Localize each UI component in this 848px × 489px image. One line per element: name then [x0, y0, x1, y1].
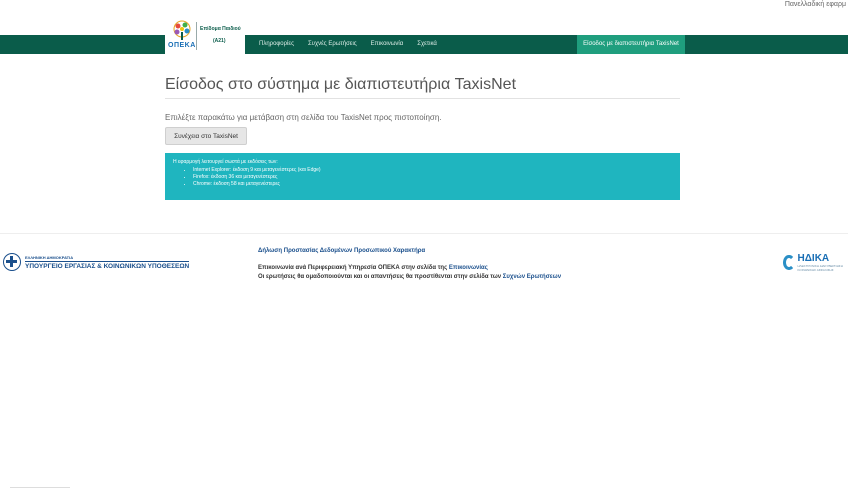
browser-info-alert: Η εφαρμογή λειτουργεί σωστά με εκδόσεις …: [165, 153, 680, 200]
opeka-tree-icon: [173, 20, 191, 40]
ministry-logo[interactable]: ΕΛΛΗΝΙΚΗ ΔΗΜΟΚΡΑΤΙΑ ΥΠΟΥΡΓΕΙΟ ΕΡΓΑΣΙΑΣ &…: [3, 251, 190, 273]
idika-logo[interactable]: ΗΔΙΚΑ ΗΛΕΚΤΡΟΝΙΚΗ ΔΙΑΚΥΒΕΡΝΗΣΗ ΚΟΙΝΩΝΙΚΗ…: [783, 253, 848, 272]
browser-list: Internet Explorer: έκδοση 9 και μεταγενέ…: [173, 167, 672, 188]
footer-faq-line: Οι ερωτήσεις θα ομαδοποιούνται και οι απ…: [258, 273, 561, 282]
idika-name: ΗΔΙΚΑ: [797, 253, 830, 264]
nav-contact[interactable]: Επικοινωνία: [364, 35, 411, 54]
privacy-link[interactable]: Δήλωση Προστασίας Δεδομένων Προσωπικού Χ…: [258, 248, 561, 254]
footer-links: Δήλωση Προστασίας Δεδομένων Προσωπικού Χ…: [258, 248, 561, 282]
ministry-republic: ΕΛΛΗΝΙΚΗ ΔΗΜΟΚΡΑΤΙΑ: [25, 254, 74, 260]
logo-code: (Α21): [213, 38, 226, 44]
logo-subtitle: Επίδομα Παιδιού: [200, 26, 241, 32]
nav-about[interactable]: Σχετικά: [410, 35, 444, 54]
info-intro: Η εφαρμογή λειτουργεί σωστά με εκδόσεις …: [173, 159, 278, 165]
instructions-text: Επιλέξτε παρακάτω για μετάβαση στη σελίδ…: [165, 113, 442, 122]
list-item: Chrome: έκδοση 58 και μεταγενέστερες: [193, 181, 672, 188]
opeka-logo[interactable]: ΟΠΕΚΑ Επίδομα Παιδιού (Α21): [165, 18, 245, 54]
greek-emblem-icon: [3, 253, 21, 271]
footer-divider: [0, 233, 848, 234]
list-item: Internet Explorer: έκδοση 9 και μεταγενέ…: [193, 167, 672, 174]
footer-contact-text: Επικοινωνία ανά Περιφερειακή Υπηρεσία ΟΠ…: [258, 265, 449, 271]
nav-info[interactable]: Πληροφορίες: [252, 35, 301, 54]
nav-faq[interactable]: Συχνές Ερωτήσεις: [301, 35, 364, 54]
idika-text: ΗΔΙΚΑ ΗΛΕΚΤΡΟΝΙΚΗ ΔΙΑΚΥΒΕΡΝΗΣΗ ΚΟΙΝΩΝΙΚΗ…: [798, 253, 848, 272]
continue-taxisnet-button[interactable]: Συνέχεια στο TaxisNet: [165, 127, 247, 145]
footer-faq-text: Οι ερωτήσεις θα ομαδοποιούνται και οι απ…: [258, 274, 503, 280]
nav-taxisnet-login[interactable]: Είσοδος με διαπιστευτήρια TaxisNet: [577, 35, 685, 54]
title-divider: [165, 98, 680, 99]
main-nav: Πληροφορίες Συχνές Ερωτήσεις Επικοινωνία…: [252, 35, 444, 54]
top-right-link[interactable]: Πανελλαδική εφαρμ: [785, 1, 846, 8]
bottom-edge-line: [10, 487, 70, 488]
page-title: Είσοδος στο σύστημα με διαπιστευτήρια Ta…: [165, 76, 517, 93]
logo-divider: [196, 22, 197, 50]
faq-link[interactable]: Συχνών Ερωτήσεων: [503, 274, 561, 280]
ministry-text: ΕΛΛΗΝΙΚΗ ΔΗΜΟΚΡΑΤΙΑ ΥΠΟΥΡΓΕΙΟ ΕΡΓΑΣΙΑΣ &…: [25, 254, 190, 270]
footer-contact-line: Επικοινωνία ανά Περιφερειακή Υπηρεσία ΟΠ…: [258, 264, 561, 273]
list-item: Firefox: έκδοση 36 και μεταγενέστερες: [193, 174, 672, 181]
idika-subtitle: ΗΛΕΚΤΡΟΝΙΚΗ ΔΙΑΚΥΒΕΡΝΗΣΗ ΚΟΙΝΩΝΙΚΗΣ ΑΣΦΑ…: [797, 264, 843, 272]
logo-text: ΟΠΕΚΑ: [168, 42, 196, 49]
contact-link[interactable]: Επικοινωνίας: [449, 265, 488, 271]
idika-swirl-icon: [783, 255, 795, 270]
ministry-name: ΥΠΟΥΡΓΕΙΟ ΕΡΓΑΣΙΑΣ & ΚΟΙΝΩΝΙΚΩΝ ΥΠΟΘΕΣΕΩ…: [25, 260, 190, 270]
